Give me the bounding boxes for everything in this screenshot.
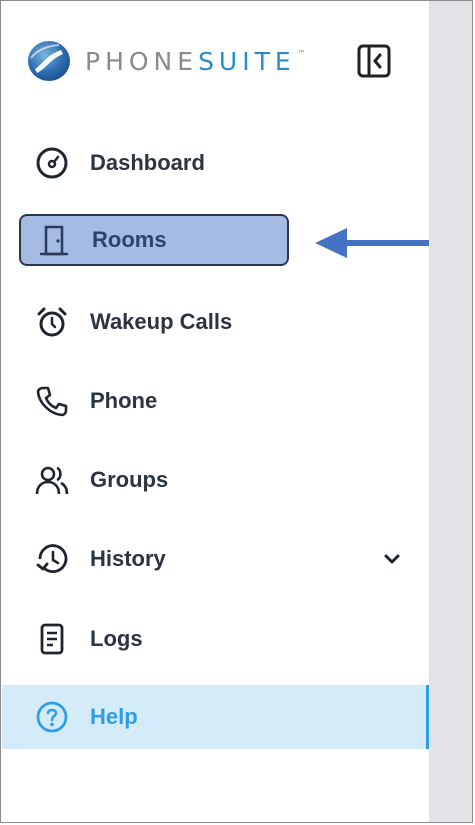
sidebar-item-logs[interactable]: Logs xyxy=(19,613,289,665)
sidebar-item-groups[interactable]: Groups xyxy=(19,454,289,506)
sidebar-item-label: Wakeup Calls xyxy=(90,309,233,334)
sidebar-item-rooms[interactable]: Rooms xyxy=(19,214,289,266)
sidebar-item-label: History xyxy=(90,546,166,571)
document-icon xyxy=(34,621,70,657)
chevron-down-icon[interactable] xyxy=(381,548,403,570)
sidebar-item-label: Dashboard xyxy=(90,150,205,175)
trademark-symbol: ™ xyxy=(297,48,306,58)
collapse-sidebar-button[interactable] xyxy=(357,44,391,78)
sidebar-item-help[interactable]: Help xyxy=(2,685,430,749)
content-area-edge xyxy=(429,1,472,822)
brand-wordmark-suite: SUITE xyxy=(198,46,296,76)
phonesuite-logo-icon xyxy=(28,41,70,81)
sidebar-item-label: Phone xyxy=(90,388,158,413)
sidebar-item-dashboard[interactable]: Dashboard xyxy=(19,137,289,189)
brand-wordmark: PHONE SUITE ™ xyxy=(85,47,306,76)
brand-logo: PHONE SUITE ™ xyxy=(25,37,405,85)
dashboard-gauge-icon xyxy=(34,145,70,181)
sidebar-item-label: Help xyxy=(90,704,138,729)
sidebar: PHONE SUITE ™ Dashboard Rooms Wakeup Cal… xyxy=(1,1,441,822)
phone-icon xyxy=(34,383,70,419)
sidebar-collapse-icon xyxy=(357,44,391,78)
sidebar-item-history[interactable]: History xyxy=(19,533,419,585)
alarm-clock-icon xyxy=(34,304,70,340)
users-icon xyxy=(34,462,70,498)
brand-wordmark-phone: PHONE xyxy=(85,46,199,76)
history-icon xyxy=(34,541,70,577)
help-circle-icon xyxy=(34,699,70,735)
sidebar-item-label: Rooms xyxy=(92,227,167,252)
sidebar-item-label: Logs xyxy=(90,626,143,651)
door-icon xyxy=(36,222,72,258)
sidebar-item-wakeup-calls[interactable]: Wakeup Calls xyxy=(19,296,289,348)
annotation-arrow-icon xyxy=(315,228,441,258)
sidebar-item-label: Groups xyxy=(90,467,169,492)
sidebar-item-phone[interactable]: Phone xyxy=(19,375,289,427)
